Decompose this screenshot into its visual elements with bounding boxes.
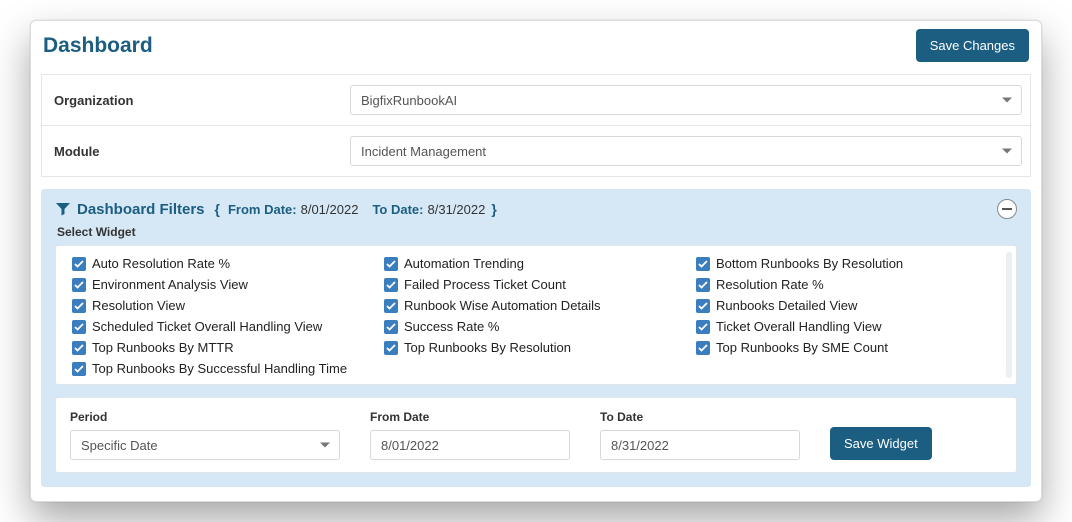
widget-item: Failed Process Ticket Count [384, 277, 688, 292]
from-date-value: 8/01/2022 [301, 202, 359, 217]
organization-select[interactable] [350, 85, 1022, 115]
widget-item: Environment Analysis View [72, 277, 376, 292]
widget-label: Scheduled Ticket Overall Handling View [92, 319, 322, 334]
widget-label: Auto Resolution Rate % [92, 256, 230, 271]
module-label: Module [50, 144, 350, 159]
checkbox[interactable] [72, 362, 86, 376]
checkbox[interactable] [384, 320, 398, 334]
to-date-value: 8/31/2022 [428, 202, 486, 217]
period-field: Period [70, 410, 340, 460]
filters-title: Dashboard Filters [77, 201, 205, 218]
widget-item: Resolution View [72, 298, 376, 313]
checkbox[interactable] [696, 320, 710, 334]
widget-item: Success Rate % [384, 319, 688, 334]
widget-item: Runbooks Detailed View [696, 298, 1000, 313]
save-widget-button[interactable]: Save Widget [830, 427, 932, 460]
to-date-input[interactable] [600, 430, 800, 460]
module-row: Module [41, 126, 1031, 177]
checkbox[interactable] [72, 299, 86, 313]
widget-item: Top Runbooks By Resolution [384, 340, 688, 355]
period-select[interactable] [70, 430, 340, 460]
filters-header: Dashboard Filters { From Date: 8/01/2022… [41, 189, 1031, 221]
widget-label: Bottom Runbooks By Resolution [716, 256, 903, 271]
widget-item: Bottom Runbooks By Resolution [696, 256, 1000, 271]
widget-item: Runbook Wise Automation Details [384, 298, 688, 313]
from-date-field: From Date [370, 410, 570, 460]
widget-col-2: Automation Trending Failed Process Ticke… [384, 256, 688, 376]
brace-close: } [491, 201, 496, 217]
widget-label: Runbook Wise Automation Details [404, 298, 601, 313]
widget-item: Ticket Overall Handling View [696, 319, 1000, 334]
widget-label: Success Rate % [404, 319, 499, 334]
page-title: Dashboard [43, 34, 153, 58]
collapse-filters-button[interactable] [997, 199, 1017, 219]
checkbox[interactable] [696, 257, 710, 271]
checkbox[interactable] [72, 278, 86, 292]
module-select[interactable] [350, 136, 1022, 166]
brace-open: { [215, 201, 220, 217]
widget-item: Automation Trending [384, 256, 688, 271]
checkbox[interactable] [384, 278, 398, 292]
period-label: Period [70, 410, 340, 424]
organization-row: Organization [41, 74, 1031, 126]
widget-label: Runbooks Detailed View [716, 298, 857, 313]
widget-item: Resolution Rate % [696, 277, 1000, 292]
from-date-field-label: From Date [370, 410, 570, 424]
to-date-field: To Date [600, 410, 800, 460]
widget-label: Resolution Rate % [716, 277, 824, 292]
organization-select-wrap [350, 85, 1022, 115]
from-date-input[interactable] [370, 430, 570, 460]
widget-label: Ticket Overall Handling View [716, 319, 881, 334]
filter-funnel-icon [55, 201, 71, 217]
module-select-wrap [350, 136, 1022, 166]
to-date-label: To Date: [372, 202, 423, 217]
widget-item: Top Runbooks By Successful Handling Time [72, 361, 376, 376]
period-select-wrap [70, 430, 340, 460]
checkbox[interactable] [384, 341, 398, 355]
checkbox[interactable] [384, 257, 398, 271]
widget-label: Environment Analysis View [92, 277, 248, 292]
header-row: Dashboard Save Changes [31, 21, 1041, 74]
checkbox[interactable] [384, 299, 398, 313]
period-panel: Period From Date To Date Save Widget [55, 397, 1017, 473]
widget-label: Top Runbooks By SME Count [716, 340, 888, 355]
checkbox[interactable] [696, 278, 710, 292]
widget-item: Top Runbooks By SME Count [696, 340, 1000, 355]
checkbox[interactable] [696, 299, 710, 313]
from-date-label: From Date: [228, 202, 297, 217]
widget-label: Automation Trending [404, 256, 524, 271]
widget-label: Resolution View [92, 298, 185, 313]
to-date-field-label: To Date [600, 410, 800, 424]
widget-label: Failed Process Ticket Count [404, 277, 566, 292]
checkbox[interactable] [696, 341, 710, 355]
organization-label: Organization [50, 93, 350, 108]
widget-label: Top Runbooks By MTTR [92, 340, 234, 355]
filters-card: Dashboard Filters { From Date: 8/01/2022… [41, 189, 1031, 487]
widget-col-3: Bottom Runbooks By Resolution Resolution… [696, 256, 1000, 376]
checkbox[interactable] [72, 341, 86, 355]
widget-panel: Auto Resolution Rate % Environment Analy… [55, 245, 1017, 385]
widget-label: Top Runbooks By Successful Handling Time [92, 361, 347, 376]
widget-label: Top Runbooks By Resolution [404, 340, 571, 355]
checkbox[interactable] [72, 257, 86, 271]
checkbox[interactable] [72, 320, 86, 334]
widget-item: Top Runbooks By MTTR [72, 340, 376, 355]
dashboard-shell: Dashboard Save Changes Organization Modu… [30, 20, 1042, 502]
select-widget-label: Select Widget [41, 221, 1031, 245]
widget-item: Auto Resolution Rate % [72, 256, 376, 271]
widget-item: Scheduled Ticket Overall Handling View [72, 319, 376, 334]
save-changes-button[interactable]: Save Changes [916, 29, 1029, 62]
widget-col-1: Auto Resolution Rate % Environment Analy… [72, 256, 376, 376]
